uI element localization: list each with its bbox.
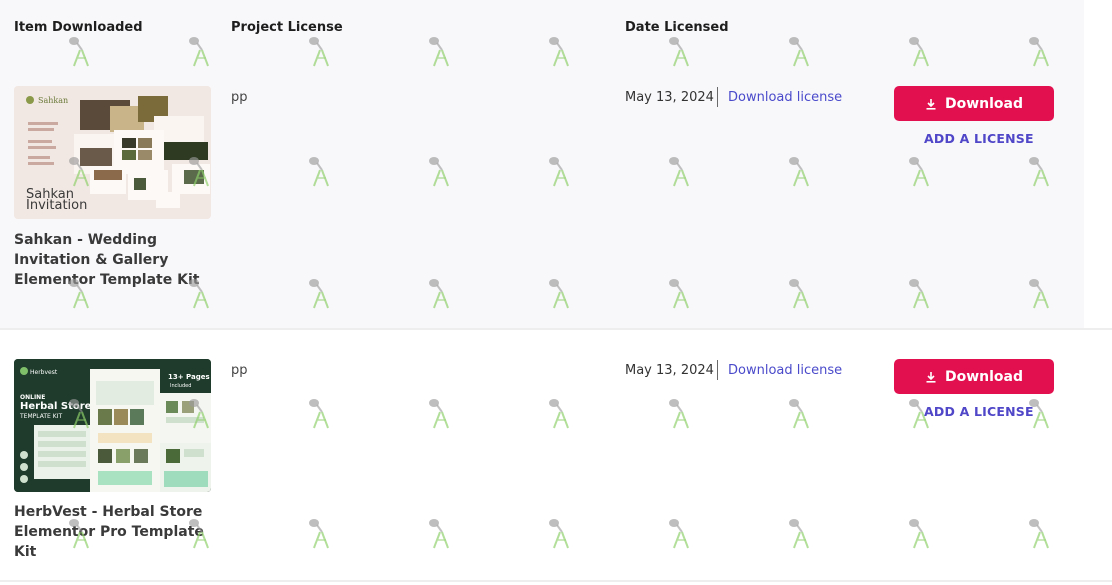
add-license-link[interactable]: ADD A LICENSE — [924, 404, 1034, 419]
separator — [717, 87, 718, 107]
item-title[interactable]: Sahkan - Wedding Invitation & Gallery El… — [14, 230, 214, 290]
add-license-link[interactable]: ADD A LICENSE — [924, 131, 1034, 146]
thumbnail-caption-line2: Invitation — [26, 198, 87, 213]
thumbnail-headline-big: Herbal Store — [20, 401, 92, 412]
table-row: Herbvest ONLINE Herbal Store TEMPLATE KI… — [0, 330, 1084, 580]
download-icon — [926, 371, 936, 383]
header-project-license: Project License — [231, 20, 343, 35]
thumbnail-herbvest-image: Herbvest ONLINE Herbal Store TEMPLATE KI… — [14, 359, 211, 492]
licenses-page: Item Downloaded Project License Date Lic… — [0, 0, 1112, 585]
table-header: Item Downloaded Project License Date Lic… — [0, 0, 1084, 58]
table-row: Sahkan Sahkan Invitation Sahkan - Weddin… — [0, 58, 1084, 328]
thumbnail-headline-kit: TEMPLATE KIT — [19, 413, 62, 420]
download-license-link[interactable]: Download license — [728, 90, 842, 105]
thumbnail-brand: Sahkan — [38, 96, 68, 105]
download-icon — [926, 98, 936, 110]
date-licensed: May 13, 2024 — [625, 363, 714, 378]
item-thumbnail[interactable]: Sahkan Sahkan Invitation — [14, 86, 211, 219]
thumbnail-pages-badge: 13+ Pages — [168, 373, 210, 381]
separator — [717, 360, 718, 380]
thumbnail-brand: Herbvest — [30, 369, 58, 376]
thumbnail-sahkan-image: Sahkan Sahkan Invitation — [14, 86, 211, 219]
header-item-downloaded: Item Downloaded — [14, 20, 143, 35]
thumbnail-headline-small: ONLINE — [20, 394, 45, 401]
download-button-label: Download — [944, 368, 1024, 385]
download-button[interactable]: Download — [894, 359, 1054, 394]
download-button-label: Download — [944, 95, 1024, 112]
item-thumbnail[interactable]: Herbvest ONLINE Herbal Store TEMPLATE KI… — [14, 359, 211, 492]
date-licensed: May 13, 2024 — [625, 90, 714, 105]
project-license-name: pp — [231, 363, 248, 378]
project-license-name: pp — [231, 90, 248, 105]
thumbnail-pages-badge-sub: Included — [170, 383, 191, 389]
row-divider — [0, 580, 1112, 582]
header-date-licensed: Date Licensed — [625, 20, 729, 35]
download-button[interactable]: Download — [894, 86, 1054, 121]
download-license-link[interactable]: Download license — [728, 363, 842, 378]
item-title[interactable]: HerbVest - Herbal Store Elementor Pro Te… — [14, 502, 214, 562]
